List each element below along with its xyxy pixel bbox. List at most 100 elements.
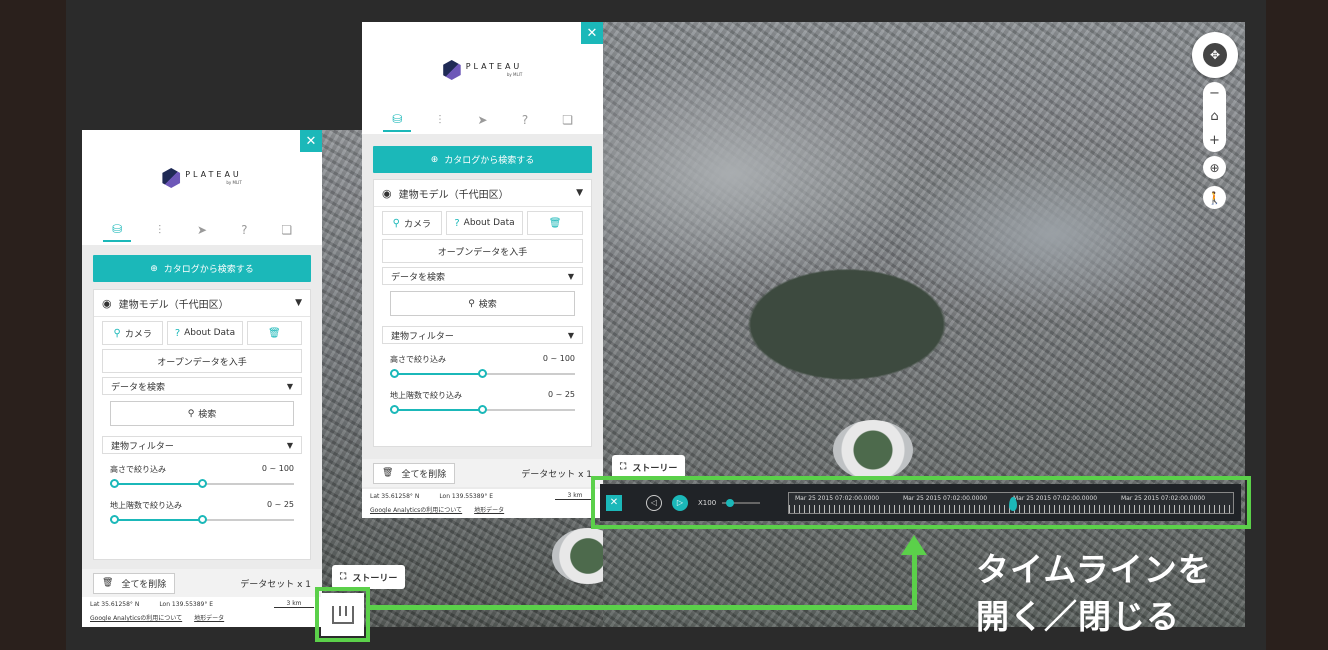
close-icon[interactable]: ✕ [581, 22, 603, 44]
floors-range-slider[interactable] [390, 404, 575, 416]
database-icon[interactable]: ⛁ [383, 108, 412, 132]
about-data-label: About Data [463, 218, 515, 228]
latitude: Lat 35.61258° N [370, 492, 420, 500]
dataset-header[interactable]: ◉ 建物モデル（千代田区） ▼ [374, 180, 591, 207]
sliders-icon[interactable]: ⫶ [146, 218, 174, 242]
database-icon[interactable]: ⛁ [103, 218, 132, 242]
status-bar: Lat 35.61258° N Lon 139.55389° E 3 km Goog… [362, 489, 603, 518]
catalog-search-button[interactable]: ⊕ カタログから検索する [373, 146, 592, 173]
camera-button[interactable]: ⚲ カメラ [102, 321, 164, 345]
terrain-link[interactable]: 地形データ [194, 613, 224, 622]
data-search-section[interactable]: データを検索 ▼ [382, 267, 583, 285]
slider-min-handle[interactable] [110, 515, 119, 524]
help-icon[interactable]: ? [230, 218, 258, 242]
slider-min-handle[interactable] [390, 369, 399, 378]
caret-down-icon[interactable]: ▼ [576, 188, 583, 198]
slider-max-handle[interactable] [198, 479, 207, 488]
close-icon[interactable]: ✕ [300, 130, 322, 152]
eye-icon[interactable]: ◉ [102, 297, 112, 310]
data-search-label: データを検索 [111, 382, 166, 393]
dataset-actions: ⚲ カメラ ? About Data 🗑 [94, 317, 310, 345]
delete-all-button[interactable]: 🗑 全てを削除 [373, 462, 456, 484]
about-data-button[interactable]: ? About Data [445, 211, 524, 235]
catalog-search-button[interactable]: ⊕ カタログから検索する [93, 255, 311, 282]
pedestrian-icon[interactable]: 🚶 [1203, 186, 1226, 209]
slider-max-handle[interactable] [478, 405, 487, 414]
delete-all-button[interactable]: 🗑 全てを削除 [93, 572, 176, 594]
stadium [833, 420, 913, 480]
open-data-button[interactable]: オープンデータを入手 [102, 349, 302, 373]
story-button[interactable]: ⛶ ストーリー [332, 565, 406, 589]
search-button[interactable]: ⚲ 検索 [110, 401, 294, 426]
annotation-line [912, 555, 917, 610]
plus-circle-icon: ⊕ [150, 263, 158, 274]
building-filter-section[interactable]: 建物フィルター ▼ [102, 436, 302, 454]
compass-icon: ✥ [1203, 43, 1227, 67]
terrain-link[interactable]: 地形データ [474, 505, 504, 514]
about-data-label: About Data [184, 328, 236, 338]
trash-button[interactable]: 🗑 [527, 211, 583, 235]
building-filter-label: 建物フィルター [391, 331, 454, 342]
data-search-section[interactable]: データを検索 ▼ [102, 377, 302, 395]
height-filter-range: 0 ~ 100 [261, 464, 294, 473]
plateau-cube-icon [162, 168, 181, 188]
eye-icon[interactable]: ◉ [382, 187, 392, 200]
open-data-button[interactable]: オープンデータを入手 [382, 239, 583, 263]
dataset-count: データセット x 1 [521, 469, 592, 480]
height-filter-label: 高さで絞り込み [390, 355, 446, 364]
logo-title: PLATEAU [465, 62, 523, 71]
slider-min-handle[interactable] [110, 479, 119, 488]
caret-down-icon: ▼ [286, 381, 293, 391]
longitude: Lon 139.55389° E [159, 600, 214, 608]
search-button[interactable]: ⚲ 検索 [390, 291, 575, 316]
plus-circle-icon: ⊕ [430, 154, 439, 165]
compass-control[interactable]: ✥ [1192, 32, 1238, 78]
annotation-arrow-icon [901, 535, 927, 555]
analytics-link[interactable]: Google Analyticsの利用について [370, 505, 462, 514]
sidebar-panel-back: ✕ PLATEAU by MLIT ⛁ ⫶ ➤ ? ❏ ⊕ カタログから検索する [82, 130, 322, 627]
slider-max-handle[interactable] [478, 369, 487, 378]
zoom-in-icon[interactable]: + [1209, 133, 1220, 148]
pin-icon: ⚲ [392, 217, 400, 229]
about-data-button[interactable]: ? About Data [167, 321, 243, 345]
story-label: ストーリー [632, 463, 678, 474]
chat-icon[interactable]: ❏ [554, 108, 582, 132]
sliders-icon[interactable]: ⫶ [426, 108, 454, 132]
building-filter-label: 建物フィルター [111, 441, 174, 452]
longitude: Lon 139.55389° E [439, 492, 494, 500]
trash-icon: 🗑 [102, 578, 114, 588]
camera-button[interactable]: ⚲ カメラ [382, 211, 442, 235]
height-range-slider[interactable] [110, 478, 294, 490]
caret-down-icon[interactable]: ▼ [295, 298, 302, 308]
height-range-slider[interactable] [390, 368, 575, 380]
dataset-header[interactable]: ◉ 建物モデル（千代田区） ▼ [94, 290, 310, 317]
scale-bar: 3 km [555, 492, 595, 500]
panel-footer: 🗑 全てを削除 データセット x 1 [362, 459, 603, 487]
sidebar-panel-front: ✕ PLATEAU by MLIT ⛁ ⫶ ➤ ? ❏ ⊕ カタログから検索する [362, 22, 603, 518]
help-icon[interactable]: ? [511, 108, 539, 132]
send-icon[interactable]: ➤ [468, 108, 496, 132]
logo-subtitle: by MLIT [226, 180, 242, 185]
building-filter-section[interactable]: 建物フィルター ▼ [382, 326, 583, 344]
slider-min-handle[interactable] [390, 405, 399, 414]
dataset-card: ◉ 建物モデル（千代田区） ▼ ⚲ カメラ ? About Data 🗑 オープンデ… [93, 289, 311, 560]
zoom-out-icon[interactable]: − [1209, 86, 1220, 101]
pin-icon: ⚲ [113, 327, 121, 339]
slider-max-handle[interactable] [198, 515, 207, 524]
dataset-title: 建物モデル（千代田区） [118, 299, 229, 311]
trash-button[interactable]: 🗑 [246, 321, 302, 345]
floors-range-slider[interactable] [110, 514, 294, 526]
trash-icon: 🗑 [267, 327, 281, 339]
send-icon[interactable]: ➤ [188, 218, 216, 242]
locate-icon[interactable]: ⊕ [1203, 156, 1226, 179]
analytics-link[interactable]: Google Analyticsの利用について [90, 613, 182, 622]
chat-icon[interactable]: ❏ [273, 218, 301, 242]
home-icon[interactable]: ⌂ [1210, 109, 1218, 124]
search-icon: ⚲ [468, 298, 475, 309]
height-filter: 高さで絞り込み 0 ~ 100 [374, 344, 591, 365]
caption-line-1: タイムラインを [976, 550, 1212, 589]
plateau-logo: PLATEAU by MLIT [442, 60, 523, 80]
plateau-cube-icon [442, 60, 461, 80]
question-icon: ? [454, 217, 460, 229]
floors-filter-range: 0 ~ 25 [266, 500, 294, 509]
